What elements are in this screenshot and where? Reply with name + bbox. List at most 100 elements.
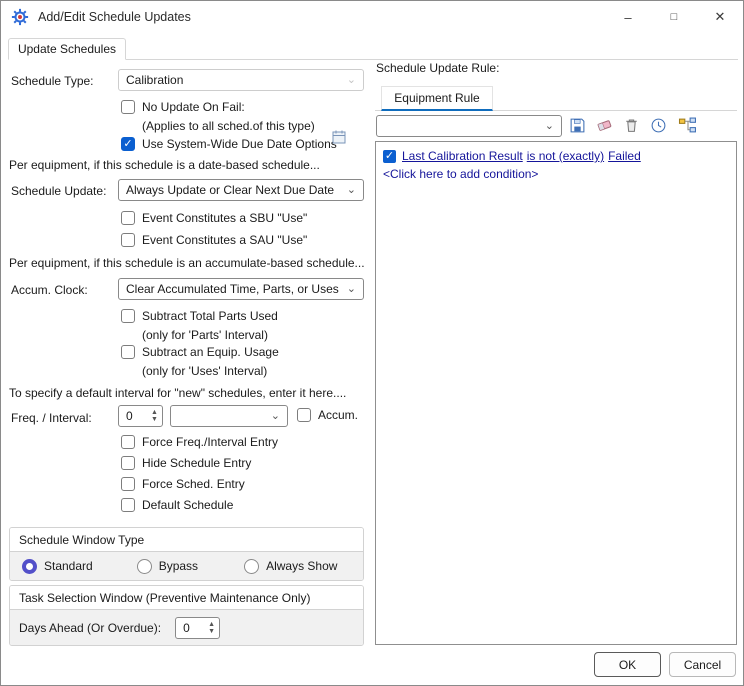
default-schedule-checkbox[interactable]	[121, 498, 135, 512]
radio-always-show-row: Always Show	[244, 559, 337, 574]
calendar-icon[interactable]	[331, 129, 347, 145]
sbu-use-checkbox[interactable]	[121, 211, 135, 225]
add-edit-schedule-updates-dialog: Add/Edit Schedule Updates – □ ✕ Update S…	[0, 0, 744, 686]
radio-always-show-label: Always Show	[266, 559, 337, 573]
schedule-window-type-group: Schedule Window Type Standard Bypass Alw…	[9, 527, 364, 581]
no-update-on-fail-row: No Update On Fail:	[121, 100, 245, 114]
clock-icon[interactable]	[648, 115, 668, 135]
save-icon[interactable]	[567, 115, 587, 135]
schedule-update-value: Always Update or Clear Next Due Date	[126, 183, 334, 197]
stepper-arrows-icon[interactable]: ▲▼	[204, 618, 219, 638]
schedule-window-type-body: Standard Bypass Always Show	[10, 552, 363, 580]
days-ahead-value: 0	[176, 618, 204, 638]
no-update-on-fail-checkbox[interactable]	[121, 100, 135, 114]
schedule-update-label: Schedule Update:	[11, 184, 106, 198]
freq-interval-unit-select[interactable]: ⌄	[170, 405, 288, 427]
subtract-parts-checkbox[interactable]	[121, 309, 135, 323]
date-based-note: Per equipment, if this schedule is a dat…	[9, 158, 320, 172]
title-bar: Add/Edit Schedule Updates – □ ✕	[1, 1, 743, 33]
accum-clock-select[interactable]: Clear Accumulated Time, Parts, or Uses ⌄	[118, 278, 364, 300]
task-selection-group: Task Selection Window (Preventive Mainte…	[9, 585, 364, 646]
sbu-use-row: Event Constitutes a SBU "Use"	[121, 211, 307, 225]
chevron-down-icon: ⌄	[347, 185, 356, 196]
default-schedule-row: Default Schedule	[121, 498, 233, 512]
stepper-arrows-icon[interactable]: ▲▼	[147, 406, 162, 426]
sau-use-checkbox[interactable]	[121, 233, 135, 247]
rule-field-link[interactable]: Last Calibration Resultis not (exactly)F…	[402, 149, 645, 163]
radio-standard-label: Standard	[44, 559, 93, 573]
no-update-on-fail-label: No Update On Fail:	[142, 100, 245, 114]
radio-standard[interactable]	[22, 559, 37, 574]
sbu-use-label: Event Constitutes a SBU "Use"	[142, 211, 307, 225]
no-update-on-fail-note: (Applies to all sched.of this type)	[142, 119, 315, 133]
accumulate-based-note: Per equipment, if this schedule is an ac…	[9, 256, 365, 270]
rule-tab-strip: Equipment Rule	[375, 86, 737, 111]
rule-condition-checkbox[interactable]	[383, 150, 396, 163]
subtract-parts-note: (only for 'Parts' Interval)	[142, 328, 268, 342]
eraser-icon[interactable]	[594, 115, 614, 135]
force-freq-label: Force Freq./Interval Entry	[142, 435, 278, 449]
schedule-update-rule-title: Schedule Update Rule:	[376, 61, 499, 75]
accum-checkbox[interactable]	[297, 408, 311, 422]
schedule-type-label: Schedule Type:	[11, 74, 94, 88]
task-selection-body: Days Ahead (Or Overdue): 0 ▲▼	[10, 610, 363, 645]
hide-schedule-label: Hide Schedule Entry	[142, 456, 251, 470]
close-icon[interactable]: ✕	[697, 1, 743, 33]
task-selection-title: Task Selection Window (Preventive Mainte…	[10, 586, 363, 610]
radio-always-show[interactable]	[244, 559, 259, 574]
freq-interval-stepper[interactable]: 0 ▲▼	[118, 405, 163, 427]
force-sched-label: Force Sched. Entry	[142, 477, 245, 491]
accum-clock-value: Clear Accumulated Time, Parts, or Uses	[126, 282, 339, 296]
delete-icon[interactable]	[621, 115, 641, 135]
tab-update-schedules[interactable]: Update Schedules	[8, 38, 126, 60]
tab-equipment-rule[interactable]: Equipment Rule	[381, 86, 493, 111]
rule-preset-select[interactable]: ⌄	[376, 115, 562, 137]
days-ahead-stepper[interactable]: 0 ▲▼	[175, 617, 220, 639]
schedule-type-value: Calibration	[126, 73, 183, 87]
force-sched-row: Force Sched. Entry	[121, 477, 245, 491]
subtract-usage-checkbox[interactable]	[121, 345, 135, 359]
accum-row: Accum.	[297, 408, 358, 422]
chevron-down-icon: ⌄	[545, 121, 554, 132]
schedule-type-select[interactable]: Calibration ⌄	[118, 69, 364, 91]
freq-interval-value: 0	[119, 406, 147, 426]
rule-conditions-area[interactable]: Last Calibration Resultis not (exactly)F…	[375, 141, 737, 645]
chevron-down-icon: ⌄	[347, 284, 356, 295]
radio-standard-row: Standard	[22, 559, 93, 574]
default-schedule-label: Default Schedule	[142, 498, 233, 512]
sau-use-row: Event Constitutes a SAU "Use"	[121, 233, 307, 247]
hide-schedule-row: Hide Schedule Entry	[121, 456, 251, 470]
radio-bypass-label: Bypass	[159, 559, 198, 573]
subtract-usage-label: Subtract an Equip. Usage	[142, 345, 279, 359]
subtract-parts-label: Subtract Total Parts Used	[142, 309, 278, 323]
chevron-down-icon: ⌄	[271, 411, 280, 422]
schedule-window-type-title: Schedule Window Type	[10, 528, 363, 552]
subtract-usage-note: (only for 'Uses' Interval)	[142, 364, 267, 378]
maximize-icon[interactable]: □	[651, 1, 697, 33]
window-title: Add/Edit Schedule Updates	[38, 10, 191, 24]
system-wide-due-date-checkbox[interactable]	[121, 137, 135, 151]
subtract-parts-row: Subtract Total Parts Used	[121, 309, 278, 323]
hide-schedule-checkbox[interactable]	[121, 456, 135, 470]
force-freq-checkbox[interactable]	[121, 435, 135, 449]
accum-clock-label: Accum. Clock:	[11, 283, 88, 297]
schedule-update-select[interactable]: Always Update or Clear Next Due Date ⌄	[118, 179, 364, 201]
chevron-down-icon: ⌄	[347, 75, 356, 86]
sau-use-label: Event Constitutes a SAU "Use"	[142, 233, 307, 247]
cancel-button[interactable]: Cancel	[669, 652, 736, 677]
app-icon	[11, 8, 29, 26]
system-wide-due-date-row: Use System-Wide Due Date Options	[121, 137, 337, 151]
freq-interval-label: Freq. / Interval:	[11, 411, 92, 425]
rule-wizard-icon[interactable]	[675, 115, 701, 135]
interval-note: To specify a default interval for "new" …	[9, 386, 346, 400]
system-wide-due-date-label: Use System-Wide Due Date Options	[142, 137, 337, 151]
accum-label: Accum.	[318, 408, 358, 422]
radio-bypass[interactable]	[137, 559, 152, 574]
add-condition-link[interactable]: <Click here to add condition>	[383, 167, 729, 181]
force-sched-checkbox[interactable]	[121, 477, 135, 491]
radio-bypass-row: Bypass	[137, 559, 198, 574]
days-ahead-label: Days Ahead (Or Overdue):	[19, 621, 161, 635]
subtract-usage-row: Subtract an Equip. Usage	[121, 345, 279, 359]
ok-button[interactable]: OK	[594, 652, 661, 677]
minimize-icon[interactable]: –	[605, 1, 651, 33]
